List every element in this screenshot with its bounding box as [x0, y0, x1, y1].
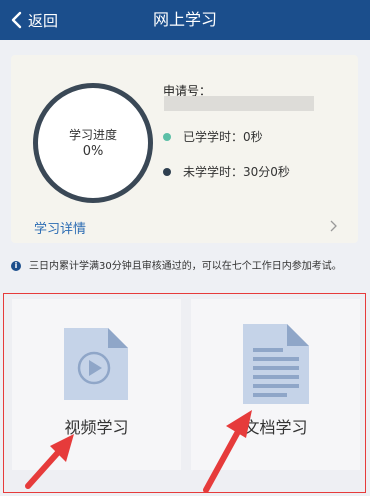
application-number-value-masked	[164, 96, 314, 111]
back-button[interactable]: 返回	[6, 0, 58, 40]
video-learning-label: 视频学习	[64, 418, 129, 437]
notice-text: 三日内累计学满30分钟且审核通过的，可以在七个工作日内参加考试。	[29, 261, 342, 272]
study-details-link[interactable]: 学习详情	[11, 210, 358, 240]
study-details-label: 学习详情	[34, 222, 87, 237]
learned-hours: 已学学时：0秒	[163, 128, 263, 145]
document-learning-tile[interactable]: 文档学习	[191, 299, 360, 470]
exam-notice: i 三日内累计学满30分钟且审核通过的，可以在七个工作日内参加考试。	[11, 260, 361, 274]
unlearned-hours-text: 未学学时：30分0秒	[183, 165, 290, 179]
learning-mode-panel: 视频学习 文档学习	[3, 293, 366, 493]
learned-dot-icon	[163, 132, 171, 141]
back-label: 返回	[28, 11, 59, 30]
document-file-icon	[243, 324, 309, 404]
chevron-left-icon	[6, 10, 26, 30]
chevron-right-icon	[328, 218, 340, 232]
progress-value: 0%	[82, 144, 104, 159]
info-icon: i	[11, 261, 21, 271]
video-learning-tile[interactable]: 视频学习	[12, 299, 181, 470]
video-file-icon	[64, 328, 128, 400]
document-learning-label: 文档学习	[243, 418, 308, 437]
navigation-bar: 返回 网上学习	[0, 0, 370, 40]
learned-hours-text: 已学学时：0秒	[183, 130, 263, 144]
progress-card: 学习进度 0% 申请号： 已学学时：0秒 未学学时：30分0秒 学习详情	[11, 55, 358, 243]
progress-ring: 学习进度 0%	[33, 83, 153, 203]
unlearned-hours: 未学学时：30分0秒	[163, 163, 290, 180]
progress-label: 学习进度	[68, 128, 117, 142]
unlearned-dot-icon	[163, 167, 171, 176]
